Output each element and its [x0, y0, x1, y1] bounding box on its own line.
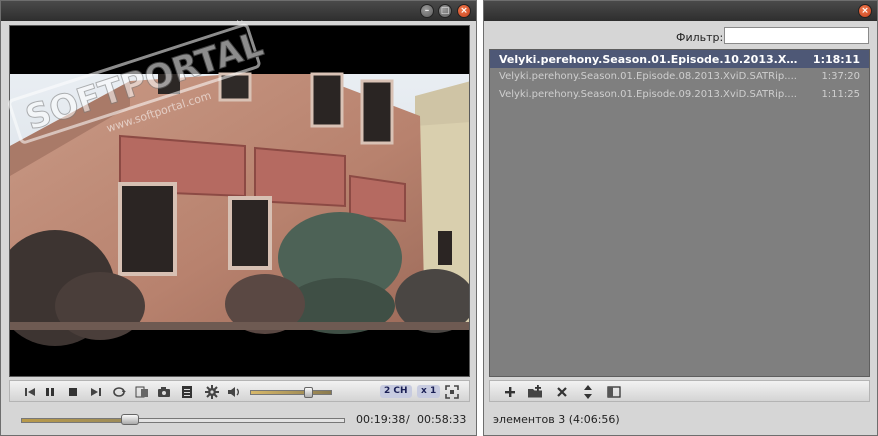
remove-icon[interactable] — [554, 384, 570, 400]
filter-input[interactable] — [724, 27, 869, 44]
add-folder-icon[interactable] — [527, 384, 543, 400]
add-icon[interactable] — [502, 384, 518, 400]
playlist-item[interactable]: Velyki.perehony.Season.01.Episode.09.201… — [490, 86, 869, 104]
previous-icon[interactable] — [22, 384, 38, 400]
seek-thumb[interactable] — [121, 414, 140, 425]
filter-label: Фильтр: — [676, 31, 724, 44]
playlist-item[interactable]: Velyki.perehony.Season.01.Episode.08.201… — [490, 68, 869, 86]
seek-progress — [22, 419, 131, 422]
close-button[interactable]: × — [457, 4, 471, 18]
sort-icon[interactable] — [580, 384, 596, 400]
video-image — [10, 72, 469, 346]
player-controls: 2 CH x 1 — [9, 380, 470, 402]
stop-icon[interactable] — [65, 384, 81, 400]
playlist-window: × Фильтр: Velyki.perehony.Season.01.Epis… — [483, 0, 878, 436]
volume-slider[interactable] — [250, 390, 332, 395]
playlist-item-title: Velyki.perehony.Season.01.Episode.08.201… — [499, 71, 797, 82]
loop-icon[interactable] — [111, 384, 127, 400]
playlist-toolbar — [489, 380, 870, 402]
volume-icon[interactable] — [226, 384, 242, 400]
total-time: 00:58:33 — [417, 413, 467, 426]
playlist-status: элементов 3 (4:06:56) — [493, 413, 620, 426]
playlist-item-duration: 1:18:11 — [812, 53, 860, 66]
minimize-button[interactable]: – — [420, 4, 434, 18]
snapshot-icon[interactable] — [156, 384, 172, 400]
view-toggle-icon[interactable] — [606, 384, 622, 400]
playlist-titlebar[interactable]: × — [484, 1, 877, 21]
fullscreen-icon[interactable] — [444, 384, 460, 400]
playlist-item-duration: 1:37:20 — [821, 71, 860, 82]
subtitles-icon[interactable] — [134, 384, 150, 400]
volume-thumb[interactable] — [303, 387, 313, 398]
seek-bar[interactable] — [21, 418, 345, 423]
current-time: 00:19:38 — [356, 413, 406, 426]
settings-icon[interactable] — [204, 384, 220, 400]
maximize-button[interactable]: □ — [438, 4, 452, 18]
playlist-item-title: Velyki.perehony.Season.01.Episode.09.201… — [499, 89, 797, 100]
video-frame[interactable] — [9, 25, 470, 377]
playlist-item-title: Velyki.perehony.Season.01.Episode.10.201… — [499, 53, 799, 66]
playlist-item-duration: 1:11:25 — [821, 89, 860, 100]
player-titlebar[interactable]: – □ × — [1, 1, 476, 21]
next-icon[interactable] — [88, 384, 104, 400]
audio-channels-badge[interactable]: 2 CH — [380, 385, 412, 398]
player-window: – □ × 2 CH x 1 00:19:38 / 00:58:33 — [0, 0, 477, 436]
pause-icon[interactable] — [42, 384, 58, 400]
playlist-close-button[interactable]: × — [858, 4, 872, 18]
playlist-icon[interactable] — [179, 384, 195, 400]
playlist-list[interactable]: Velyki.perehony.Season.01.Episode.10.201… — [489, 49, 870, 377]
speed-badge[interactable]: x 1 — [417, 385, 441, 398]
playlist-item[interactable]: Velyki.perehony.Season.01.Episode.10.201… — [490, 50, 869, 68]
time-separator: / — [406, 413, 410, 426]
